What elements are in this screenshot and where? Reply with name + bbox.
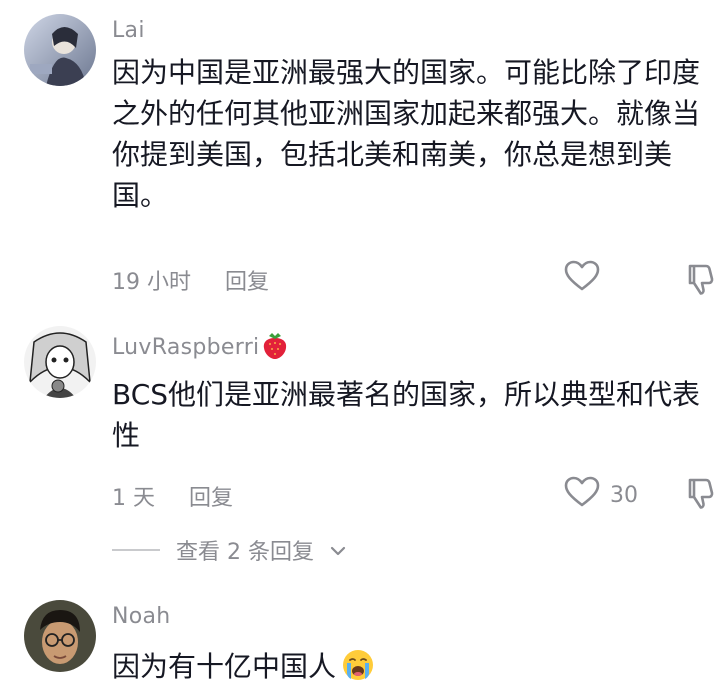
divider [112, 549, 160, 551]
comment-meta: 19 小时 回复 [112, 264, 269, 296]
thumb-down-icon[interactable] [684, 262, 718, 300]
comment-text: 因为有十亿中国人 [112, 646, 712, 690]
comment-text-content: 因为有十亿中国人 [112, 650, 337, 683]
comment-author[interactable]: LuvRaspberri [112, 330, 289, 366]
reply-button[interactable]: 回复 [189, 480, 233, 512]
comment-author[interactable]: Lai [112, 18, 145, 43]
author-name[interactable]: LuvRaspberri [112, 335, 259, 360]
comment-author[interactable]: Noah [112, 604, 171, 629]
comment-meta: 1 天 回复 [112, 480, 233, 512]
view-replies-button[interactable]: 查看 2 条回复 [112, 534, 346, 566]
heart-icon[interactable] [564, 476, 600, 514]
avatar[interactable] [24, 326, 96, 398]
avatar[interactable] [24, 600, 96, 672]
comment-timestamp: 19 小时 [112, 270, 191, 295]
chevron-down-icon[interactable] [330, 538, 346, 563]
view-replies-label[interactable]: 查看 2 条回复 [176, 534, 314, 566]
reply-button[interactable]: 回复 [225, 264, 269, 296]
like-group[interactable] [564, 260, 610, 298]
comment-timestamp: 1 天 [112, 486, 155, 511]
comment-text: BCS他们是亚洲最著名的国家，所以典型和代表性 [112, 378, 701, 452]
strawberry-icon [261, 330, 289, 366]
thumb-down-icon[interactable] [684, 476, 718, 514]
heart-icon[interactable] [564, 260, 600, 298]
avatar[interactable] [24, 14, 96, 86]
comment-text: 因为中国是亚洲最强大的国家。可能比除了印度之外的任何其他亚洲国家加起来都强大。就… [112, 56, 701, 212]
like-group[interactable]: 30 [564, 476, 638, 514]
loudly-crying-face-icon [342, 649, 374, 690]
like-count: 30 [610, 482, 638, 508]
